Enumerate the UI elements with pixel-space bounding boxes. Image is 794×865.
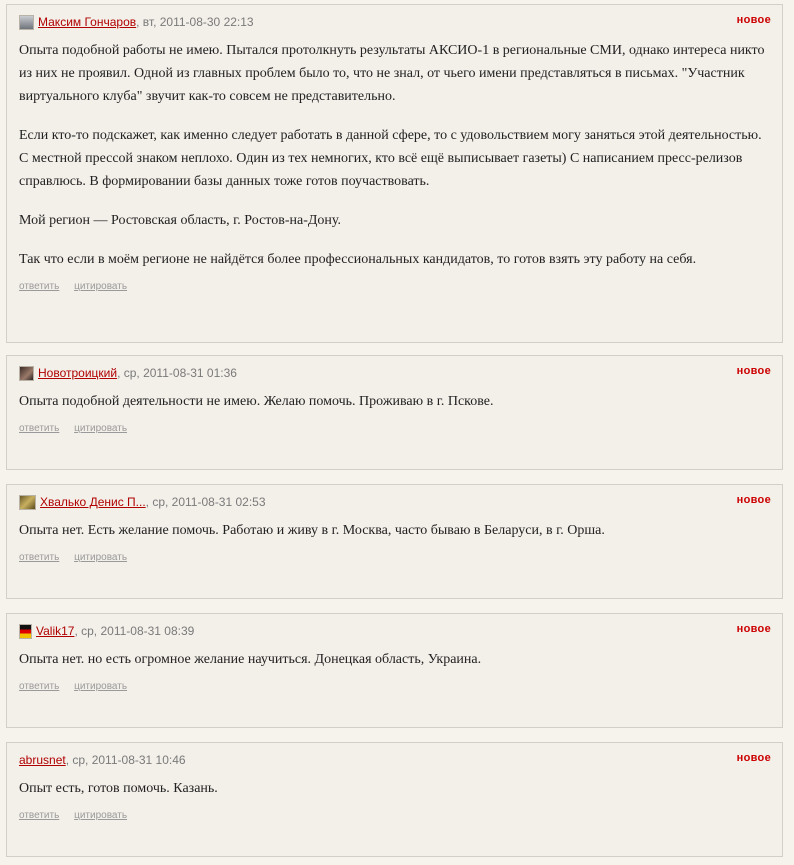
avatar[interactable] [19,14,34,30]
comment: Хвалько Денис П... , ср, 2011-08-31 02:5… [6,484,783,599]
comment-header: Максим Гончаров , вт, 2011-08-30 22:13 н… [19,5,771,39]
comment-paragraph: Если кто-то подскажет, как именно следуе… [19,128,762,189]
comment-body: Опыта нет. Есть желание помочь. Работаю … [19,519,770,542]
quote-link[interactable]: цитировать [74,552,127,563]
avatar[interactable] [19,365,34,381]
comment-header: Новотроицкий , ср, 2011-08-31 01:36 ново… [19,356,771,390]
avatar[interactable] [19,623,32,639]
reply-link[interactable]: ответить [19,552,59,563]
comment-paragraph: Опыта нет. но есть огромное желание науч… [19,652,482,667]
comment-header: Valik17 , ср, 2011-08-31 08:39 новое [19,614,771,648]
comment-paragraph: Опыта подобной работы не имею. Пытался п… [19,43,765,104]
comment-paragraph: Опыта подобной деятельности не имею. Жел… [19,394,494,409]
comment-meta: , ср, 2011-08-31 10:46 [65,753,186,767]
comment-actions: ответить цитировать [19,810,770,832]
comment-meta: , ср, 2011-08-31 01:36 [117,366,237,380]
comment: abrusnet , ср, 2011-08-31 10:46 новое Оп… [6,742,783,857]
comment-meta: , ср, 2011-08-31 08:39 [74,624,195,638]
comment-body: Опыта подобной работы не имею. Пытался п… [19,39,770,271]
author-link[interactable]: abrusnet [19,753,66,767]
comment: Новотроицкий , ср, 2011-08-31 01:36 ново… [6,355,783,470]
comment-body: Опыт есть, готов помочь. Казань. [19,777,770,800]
comment-meta: , вт, 2011-08-30 22:13 [136,15,254,29]
comment-list: Максим Гончаров , вт, 2011-08-30 22:13 н… [0,0,794,865]
comment-paragraph: Мой регион — Ростовская область, г. Рост… [19,213,342,228]
new-badge: новое [736,623,771,635]
comment-header: Хвалько Денис П... , ср, 2011-08-31 02:5… [19,485,771,519]
comment-paragraph: Так что если в моём регионе не найдётся … [19,252,697,267]
new-badge: новое [736,752,771,764]
comment-actions: ответить цитировать [19,281,770,303]
quote-link[interactable]: цитировать [74,810,127,821]
quote-link[interactable]: цитировать [74,681,127,692]
comment-meta: , ср, 2011-08-31 02:53 [145,495,266,509]
author-link[interactable]: Valik17 [36,624,74,638]
new-badge: новое [736,14,771,26]
quote-link[interactable]: цитировать [74,423,127,434]
reply-link[interactable]: ответить [19,423,59,434]
reply-link[interactable]: ответить [19,681,59,692]
author-link[interactable]: Новотроицкий [38,366,117,380]
comment-body: Опыта нет. но есть огромное желание науч… [19,648,770,671]
comment-body: Опыта подобной деятельности не имею. Жел… [19,390,770,413]
quote-link[interactable]: цитировать [74,281,127,292]
comment-header: abrusnet , ср, 2011-08-31 10:46 новое [19,743,771,777]
author-link[interactable]: Хвалько Денис П... [40,495,146,509]
comment-actions: ответить цитировать [19,681,770,703]
comment: Valik17 , ср, 2011-08-31 08:39 новое Опы… [6,613,783,728]
comment-paragraph: Опыт есть, готов помочь. Казань. [19,781,218,796]
reply-link[interactable]: ответить [19,281,59,292]
author-link[interactable]: Максим Гончаров [38,15,136,29]
new-badge: новое [736,494,771,506]
comment: Максим Гончаров , вт, 2011-08-30 22:13 н… [6,4,783,343]
comment-paragraph: Опыта нет. Есть желание помочь. Работаю … [19,523,605,538]
new-badge: новое [736,365,771,377]
reply-link[interactable]: ответить [19,810,59,821]
avatar[interactable] [19,494,36,510]
comment-actions: ответить цитировать [19,423,770,445]
comment-actions: ответить цитировать [19,552,770,574]
